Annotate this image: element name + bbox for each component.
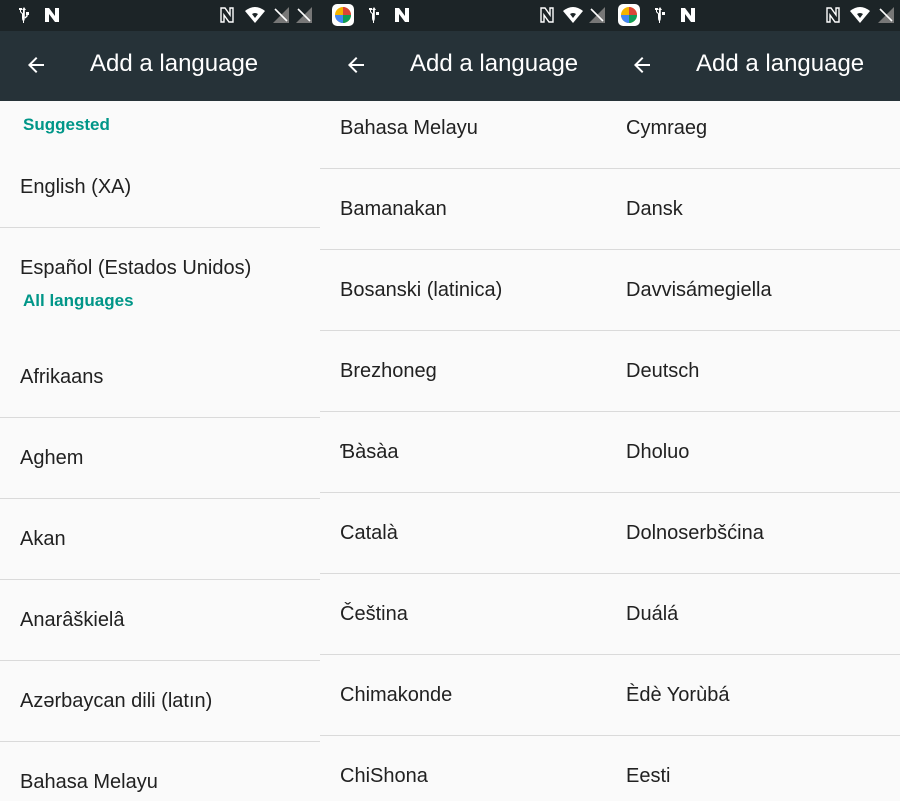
app-icon xyxy=(332,4,354,26)
list-item[interactable]: Deutsch xyxy=(606,331,900,412)
language-panel-1: Add a language Suggested English (XA) Es… xyxy=(0,0,320,801)
nfc-icon xyxy=(679,6,697,24)
nfc-icon xyxy=(43,6,61,24)
list-item[interactable]: Ɓàsàa xyxy=(320,412,606,493)
list-item[interactable]: Aghem xyxy=(0,418,320,499)
status-bar xyxy=(320,0,606,31)
list-item[interactable]: Chimakonde xyxy=(320,655,606,736)
list-item[interactable]: Azərbaycan dili (latın) xyxy=(0,661,320,742)
nfc-outline-icon xyxy=(538,6,556,24)
page-title: Add a language xyxy=(410,50,579,77)
wifi-icon xyxy=(244,6,266,24)
signal-icon xyxy=(295,6,313,24)
usb-icon xyxy=(651,6,669,24)
language-panel-2: Add a language Bahasa Melayu Bamanakan B… xyxy=(320,0,606,801)
app-icon xyxy=(618,4,640,26)
list-item[interactable]: Brezhoneg xyxy=(320,331,606,412)
list-item[interactable]: Akan xyxy=(0,499,320,580)
wifi-icon xyxy=(849,6,871,24)
section-header-suggested: Suggested xyxy=(23,115,110,134)
list-item[interactable]: Davvisámegiella xyxy=(606,250,900,331)
back-arrow-icon[interactable] xyxy=(342,51,370,79)
list-item[interactable]: ChiShona xyxy=(320,736,606,801)
nfc-icon xyxy=(393,6,411,24)
signal-icon xyxy=(272,6,290,24)
usb-icon xyxy=(15,6,33,24)
wifi-icon xyxy=(562,6,584,24)
list-item[interactable]: Dholuo xyxy=(606,412,900,493)
app-bar: Add a language xyxy=(320,31,606,101)
nfc-outline-icon xyxy=(824,6,842,24)
language-list: Suggested English (XA) Español (Estados … xyxy=(0,101,320,801)
section-header-all: All languages xyxy=(23,291,134,310)
list-item[interactable]: Anarâškielâ xyxy=(0,580,320,661)
list-item[interactable]: English (XA) xyxy=(0,147,320,228)
language-list: Cymraeg Dansk Davvisámegiella Deutsch Dh… xyxy=(606,101,900,801)
list-item[interactable]: Bahasa Melayu xyxy=(320,101,606,169)
back-arrow-icon[interactable] xyxy=(22,51,50,79)
status-bar xyxy=(606,0,900,31)
back-arrow-icon[interactable] xyxy=(628,51,656,79)
app-bar: Add a language xyxy=(606,31,900,101)
list-item[interactable]: Bosanski (latinica) xyxy=(320,250,606,331)
list-item[interactable]: Afrikaans xyxy=(0,337,320,418)
language-panel-3: Add a language Cymraeg Dansk Davvisámegi… xyxy=(606,0,900,801)
signal-icon xyxy=(588,6,606,24)
list-item[interactable]: Català xyxy=(320,493,606,574)
page-title: Add a language xyxy=(90,50,259,77)
list-item[interactable]: Eesti xyxy=(606,736,900,801)
language-list: Bahasa Melayu Bamanakan Bosanski (latini… xyxy=(320,101,606,801)
list-item[interactable]: Dansk xyxy=(606,169,900,250)
nfc-outline-icon xyxy=(218,6,236,24)
list-item[interactable]: Dolnoserbšćina xyxy=(606,493,900,574)
usb-icon xyxy=(365,6,383,24)
list-item[interactable]: Čeština xyxy=(320,574,606,655)
list-item[interactable]: Bamanakan xyxy=(320,169,606,250)
signal-icon xyxy=(877,6,895,24)
status-bar xyxy=(0,0,320,31)
list-item[interactable]: Duálá xyxy=(606,574,900,655)
list-item[interactable]: Bahasa Melayu xyxy=(0,742,320,801)
app-bar: Add a language xyxy=(0,31,320,101)
page-title: Add a language xyxy=(696,50,865,77)
list-item[interactable]: Cymraeg xyxy=(606,101,900,169)
list-item[interactable]: Èdè Yorùbá xyxy=(606,655,900,736)
